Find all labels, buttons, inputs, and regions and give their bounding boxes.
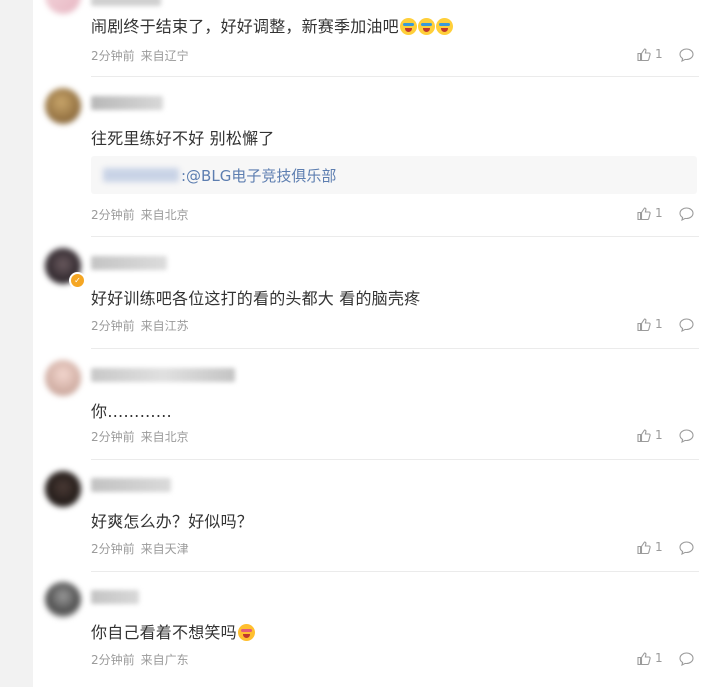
comment-location: 来自北京 [140,208,189,222]
thumbs-up-icon[interactable] [637,318,651,331]
like-count: 1 [655,317,663,331]
comment-time: 2分钟前 [91,653,135,667]
reply-bubble-icon[interactable] [679,207,694,221]
quoted-reply[interactable]: :@BLG电子竞技俱乐部 [91,156,697,194]
comment-time: 2分钟前 [91,319,135,333]
avatar[interactable] [45,471,81,507]
like-count: 1 [655,206,663,220]
thumbs-up-icon[interactable] [637,207,651,220]
avatar[interactable] [45,0,81,14]
mention-link[interactable]: :@BLG电子竞技俱乐部 [181,165,336,186]
laugh-face-icon [237,624,255,641]
comment-actions: 1 [637,428,701,444]
username[interactable] [91,590,139,604]
tear-face-icon [417,18,435,35]
divider [91,348,699,349]
avatar[interactable] [45,88,81,124]
like-count: 1 [655,47,663,61]
comment-meta: 2分钟前 来自北京 [91,428,189,445]
reply-bubble-icon[interactable] [679,652,694,666]
comment-actions: 1 [637,651,701,667]
comment-location: 来自辽宁 [140,49,189,63]
divider [91,459,699,460]
comment-text: 好爽怎么办？好似吗？ [91,512,254,531]
comment-location: 来自天津 [140,542,189,556]
comment-text: 闹剧终于结束了，好好调整，新赛季加油吧 [91,13,453,37]
comment-text: 往死里练好不好 别松懈了 [91,129,275,148]
divider [91,571,699,572]
verified-badge-icon: ✓ [69,272,86,289]
comment-time: 2分钟前 [91,49,135,63]
comment-time: 2分钟前 [91,430,135,444]
comment-location: 来自北京 [140,430,189,444]
comment-meta: 2分钟前 来自天津 [91,540,189,557]
thumbs-up-icon[interactable] [637,652,651,665]
thumbs-up-icon[interactable] [637,541,651,554]
like-count: 1 [655,651,663,665]
username[interactable] [91,478,171,492]
comment-meta: 2分钟前 来自辽宁 [91,47,189,64]
tear-face-icon [399,18,417,35]
reply-bubble-icon[interactable] [679,541,694,555]
comment-location: 来自江苏 [140,319,189,333]
comment-meta: 2分钟前 来自北京 [91,206,189,223]
comment-text: 你自己看着不想笑吗 [91,619,255,643]
avatar[interactable] [45,360,81,396]
comment-time: 2分钟前 [91,208,135,222]
username[interactable] [91,368,235,382]
comment-meta: 2分钟前 来自江苏 [91,317,189,334]
quoted-username[interactable] [103,168,179,182]
username[interactable] [91,96,163,110]
comment-time: 2分钟前 [91,542,135,556]
username[interactable] [91,256,167,270]
reply-bubble-icon[interactable] [679,48,694,62]
tear-face-icon [435,18,453,35]
like-count: 1 [655,428,663,442]
reply-bubble-icon[interactable] [679,318,694,332]
comment-actions: 1 [637,206,701,222]
like-count: 1 [655,540,663,554]
comment-text: 你………… [91,402,173,421]
thumbs-up-icon[interactable] [637,429,651,442]
comment-actions: 1 [637,47,701,63]
avatar[interactable] [45,582,81,618]
divider [91,236,699,237]
comment-actions: 1 [637,317,701,333]
thumbs-up-icon[interactable] [637,48,651,61]
comment-location: 来自广东 [140,653,189,667]
divider [91,76,699,77]
reply-bubble-icon[interactable] [679,429,694,443]
comment-list: 闹剧终于结束了，好好调整，新赛季加油吧 2分钟前 来自辽宁 1 往死里练好不好 别… [33,0,720,687]
username[interactable] [91,0,161,6]
comment-actions: 1 [637,540,701,556]
comment-meta: 2分钟前 来自广东 [91,651,189,668]
comment-text: 好好训练吧各位这打的看的头都大 看的脑壳疼 [91,289,421,308]
